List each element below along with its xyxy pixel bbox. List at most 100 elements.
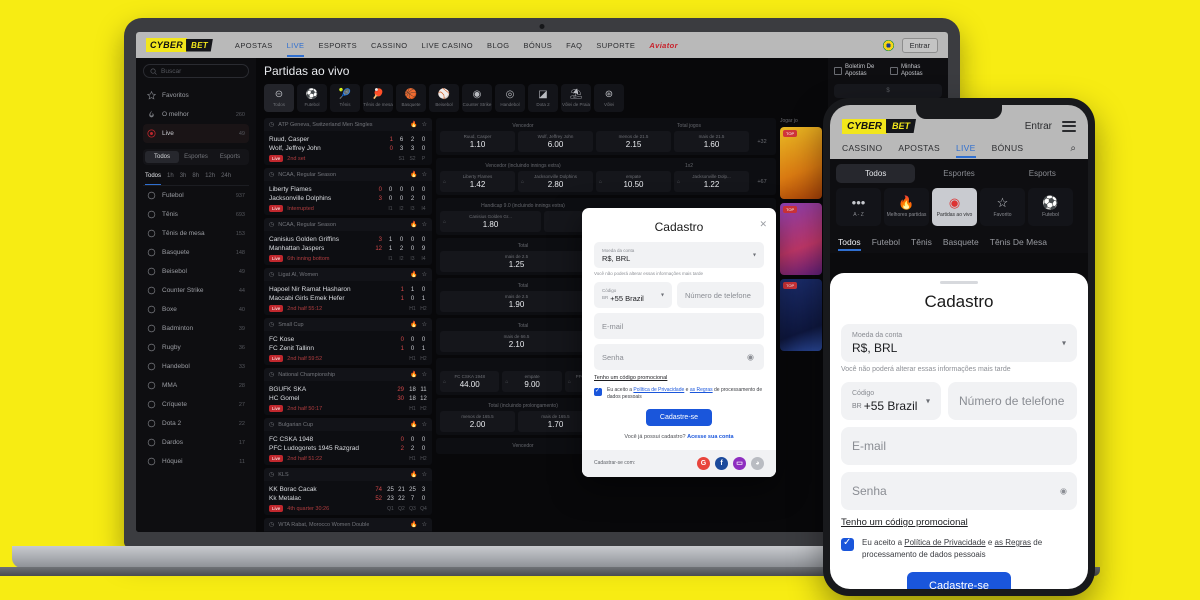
sidebar-item-tênis[interactable]: Tênis 693 — [143, 205, 249, 224]
search-icon[interactable]: ⌕ — [1070, 143, 1076, 154]
segment-esports[interactable]: Esports — [213, 151, 247, 163]
sidebar-item-basquete[interactable]: Basquete 148 — [143, 243, 249, 262]
sport-filter-counter-strike[interactable]: ◉ Counter Strike — [462, 84, 492, 112]
phone-tab-futebol[interactable]: Futebol — [872, 237, 900, 247]
sidebar-item-dardos[interactable]: Dardos 17 — [143, 433, 249, 452]
match-row[interactable]: Liberty Flames 0 0 0 0 0 Jacksonville Dolphins… — [264, 181, 432, 215]
currency-select[interactable]: Moeda da conta R$, BRL ▾ — [594, 242, 764, 268]
sport-filter-vôlei-de-praia[interactable]: ⛱ Vôlei de Praia — [561, 84, 591, 112]
sidebar-item-boxe[interactable]: Boxe 40 — [143, 300, 249, 319]
casino-game-card[interactable]: TOP — [780, 127, 822, 199]
odds-cell[interactable]: mais de 2.5 1.90 — [440, 291, 593, 312]
eye-icon[interactable]: ◉ — [747, 353, 754, 362]
nav-aviator[interactable]: Aviator — [649, 41, 678, 50]
phone-quick-futebol[interactable]: ⚽ Futebol — [1028, 188, 1073, 226]
flame-icon[interactable]: 🔥 — [410, 171, 417, 178]
phone-promo-code-link[interactable]: Tenho um código promocional — [841, 517, 1077, 528]
sidebar-item-hóquei[interactable]: Hóquei 11 — [143, 452, 249, 471]
nav-apostas[interactable]: APOSTAS — [235, 41, 273, 50]
time-8h[interactable]: 8h — [192, 173, 199, 179]
nav-suporte[interactable]: SUPORTE — [596, 41, 635, 50]
search-input[interactable]: Buscar — [143, 64, 249, 78]
odds-more-count[interactable]: +67 — [752, 179, 772, 185]
steam-icon[interactable]: ◕ — [751, 456, 764, 470]
odds-cell[interactable]: ⌂ Jacksonville Dolp... 1.22 — [674, 171, 749, 192]
odds-cell[interactable]: Ruud, Casper 1.10 — [440, 131, 515, 152]
time-12h[interactable]: 12h — [205, 173, 215, 179]
phone-email-input[interactable]: E-mail — [841, 427, 1077, 465]
phone-tab-basquete[interactable]: Basquete — [943, 237, 979, 247]
sport-filter-beisebol[interactable]: ⚾ Beisebol — [429, 84, 459, 112]
nav-live-casino[interactable]: LIVE CASINO — [422, 41, 474, 50]
segment-todos[interactable]: Todos — [145, 151, 179, 163]
sidebar-item-o-melhor[interactable]: O melhor 260 — [143, 105, 249, 124]
nav-cassino[interactable]: CASSINO — [371, 41, 408, 50]
nav-bonus[interactable]: BÓNUS — [524, 41, 553, 50]
league-header[interactable]: ◷ National Championship 🔥 ☆ — [264, 368, 432, 381]
league-header[interactable]: ◷ WTA Rabat, Morocco Women Double 🔥 ☆ — [264, 518, 432, 531]
phone-tab-todos[interactable]: Todos — [838, 237, 861, 251]
odds-cell[interactable]: ⌂ empate 9.00 — [502, 371, 562, 392]
brazil-flag-icon[interactable] — [882, 39, 894, 51]
odds-cell[interactable]: Wolf, Jeffrey John 6.00 — [518, 131, 593, 152]
tab-minhas-apostas[interactable]: Minhas Apostas — [890, 64, 942, 78]
sport-filter-tênis[interactable]: 🎾 Tênis — [330, 84, 360, 112]
sport-filter-todos[interactable]: ⊝ Todos — [264, 84, 294, 112]
sport-filter-vôlei[interactable]: ⊛ Vôlei — [594, 84, 624, 112]
phone-nav-live[interactable]: LIVE — [955, 143, 976, 158]
email-input[interactable]: E-mail — [594, 313, 764, 339]
flame-icon[interactable]: 🔥 — [410, 221, 417, 228]
flame-icon[interactable]: 🔥 — [410, 121, 417, 128]
phone-quick-a---z[interactable]: ••• A - Z — [836, 188, 881, 226]
time-24h[interactable]: 24h — [221, 173, 231, 179]
rules-link[interactable]: as Regras — [995, 538, 1031, 547]
star-icon[interactable]: ☆ — [422, 321, 427, 328]
privacy-policy-link[interactable]: Política de Privacidade — [633, 387, 684, 393]
phone-password-input[interactable]: Senha ◉ — [841, 472, 1077, 510]
login-link[interactable]: Acesse sua conta — [687, 434, 733, 440]
time-1h[interactable]: 1h — [167, 173, 174, 179]
sidebar-item-tênis-de-mesa[interactable]: Tênis de mesa 153 — [143, 224, 249, 243]
sidebar-item-counter-strike[interactable]: Counter Strike 44 — [143, 281, 249, 300]
segment-esportes[interactable]: Esportes — [179, 151, 213, 163]
flame-icon[interactable]: 🔥 — [410, 371, 417, 378]
odds-cell[interactable]: menos de 21.5 2.15 — [596, 131, 671, 152]
login-button[interactable]: Entrar — [901, 37, 938, 53]
odds-more-count[interactable]: +32 — [752, 139, 772, 145]
sheet-grabber[interactable] — [940, 281, 978, 284]
sidebar-item-dota-2[interactable]: Dota 2 22 — [143, 414, 249, 433]
match-row[interactable]: BGUFK SKA 29 18 11 HC Gomel 30 18 12 Live 2nd hal… — [264, 381, 432, 415]
odds-cell[interactable]: mais de 21.5 1.60 — [674, 131, 749, 152]
casino-game-card[interactable]: TOP — [780, 279, 822, 351]
league-header[interactable]: ◷ ATP Geneva, Switzerland Men Singles 🔥 ☆ — [264, 118, 432, 131]
flame-icon[interactable]: 🔥 — [410, 471, 417, 478]
sidebar-item-críquete[interactable]: Críquete 27 — [143, 395, 249, 414]
flame-icon[interactable]: 🔥 — [410, 321, 417, 328]
sidebar-item-badminton[interactable]: Badminton 39 — [143, 319, 249, 338]
star-icon[interactable]: ☆ — [422, 121, 427, 128]
sidebar-item-beisebol[interactable]: Beisebol 49 — [143, 262, 249, 281]
password-input[interactable]: Senha ◉ — [594, 344, 764, 370]
phone-nav-bonus[interactable]: BÓNUS — [992, 143, 1024, 153]
nav-live[interactable]: LIVE — [286, 41, 305, 57]
terms-checkbox[interactable] — [841, 537, 854, 551]
phone-tab-tênis[interactable]: Tênis — [911, 237, 932, 247]
phone-login-button[interactable]: Entrar — [1025, 121, 1052, 132]
odds-cell[interactable]: ⌂ Jacksonville Dolphins 2.80 — [518, 171, 593, 192]
register-submit-button[interactable]: Cadastre-se — [645, 408, 713, 426]
terms-checkbox[interactable] — [594, 387, 602, 396]
league-header[interactable]: ◷ Ligat Al, Women 🔥 ☆ — [264, 268, 432, 281]
star-icon[interactable]: ☆ — [422, 371, 427, 378]
phone-tab-tênis-de-mesa[interactable]: Tênis De Mesa — [990, 237, 1047, 247]
sport-filter-dota-2[interactable]: ◪ Dota 2 — [528, 84, 558, 112]
phone-quick-melhores-partidas[interactable]: 🔥 Melhores partidas — [884, 188, 929, 226]
phone-segment-esportes[interactable]: Esportes — [919, 164, 998, 183]
nav-esports[interactable]: ESPORTS — [318, 41, 357, 50]
privacy-policy-link[interactable]: Política de Privacidade — [904, 538, 985, 547]
match-row[interactable]: FC CSKA 1948 0 0 0 PFC Ludogorets 1945 Razgr… — [264, 431, 432, 465]
phone-number-input[interactable]: Número de telefone — [948, 382, 1077, 420]
promo-code-link[interactable]: Tenho um código promocional — [594, 375, 764, 381]
odds-cell[interactable]: ⌂ empate 10.50 — [596, 171, 671, 192]
sport-filter-handebol[interactable]: ◎ Handebol — [495, 84, 525, 112]
flame-icon[interactable]: 🔥 — [410, 421, 417, 428]
